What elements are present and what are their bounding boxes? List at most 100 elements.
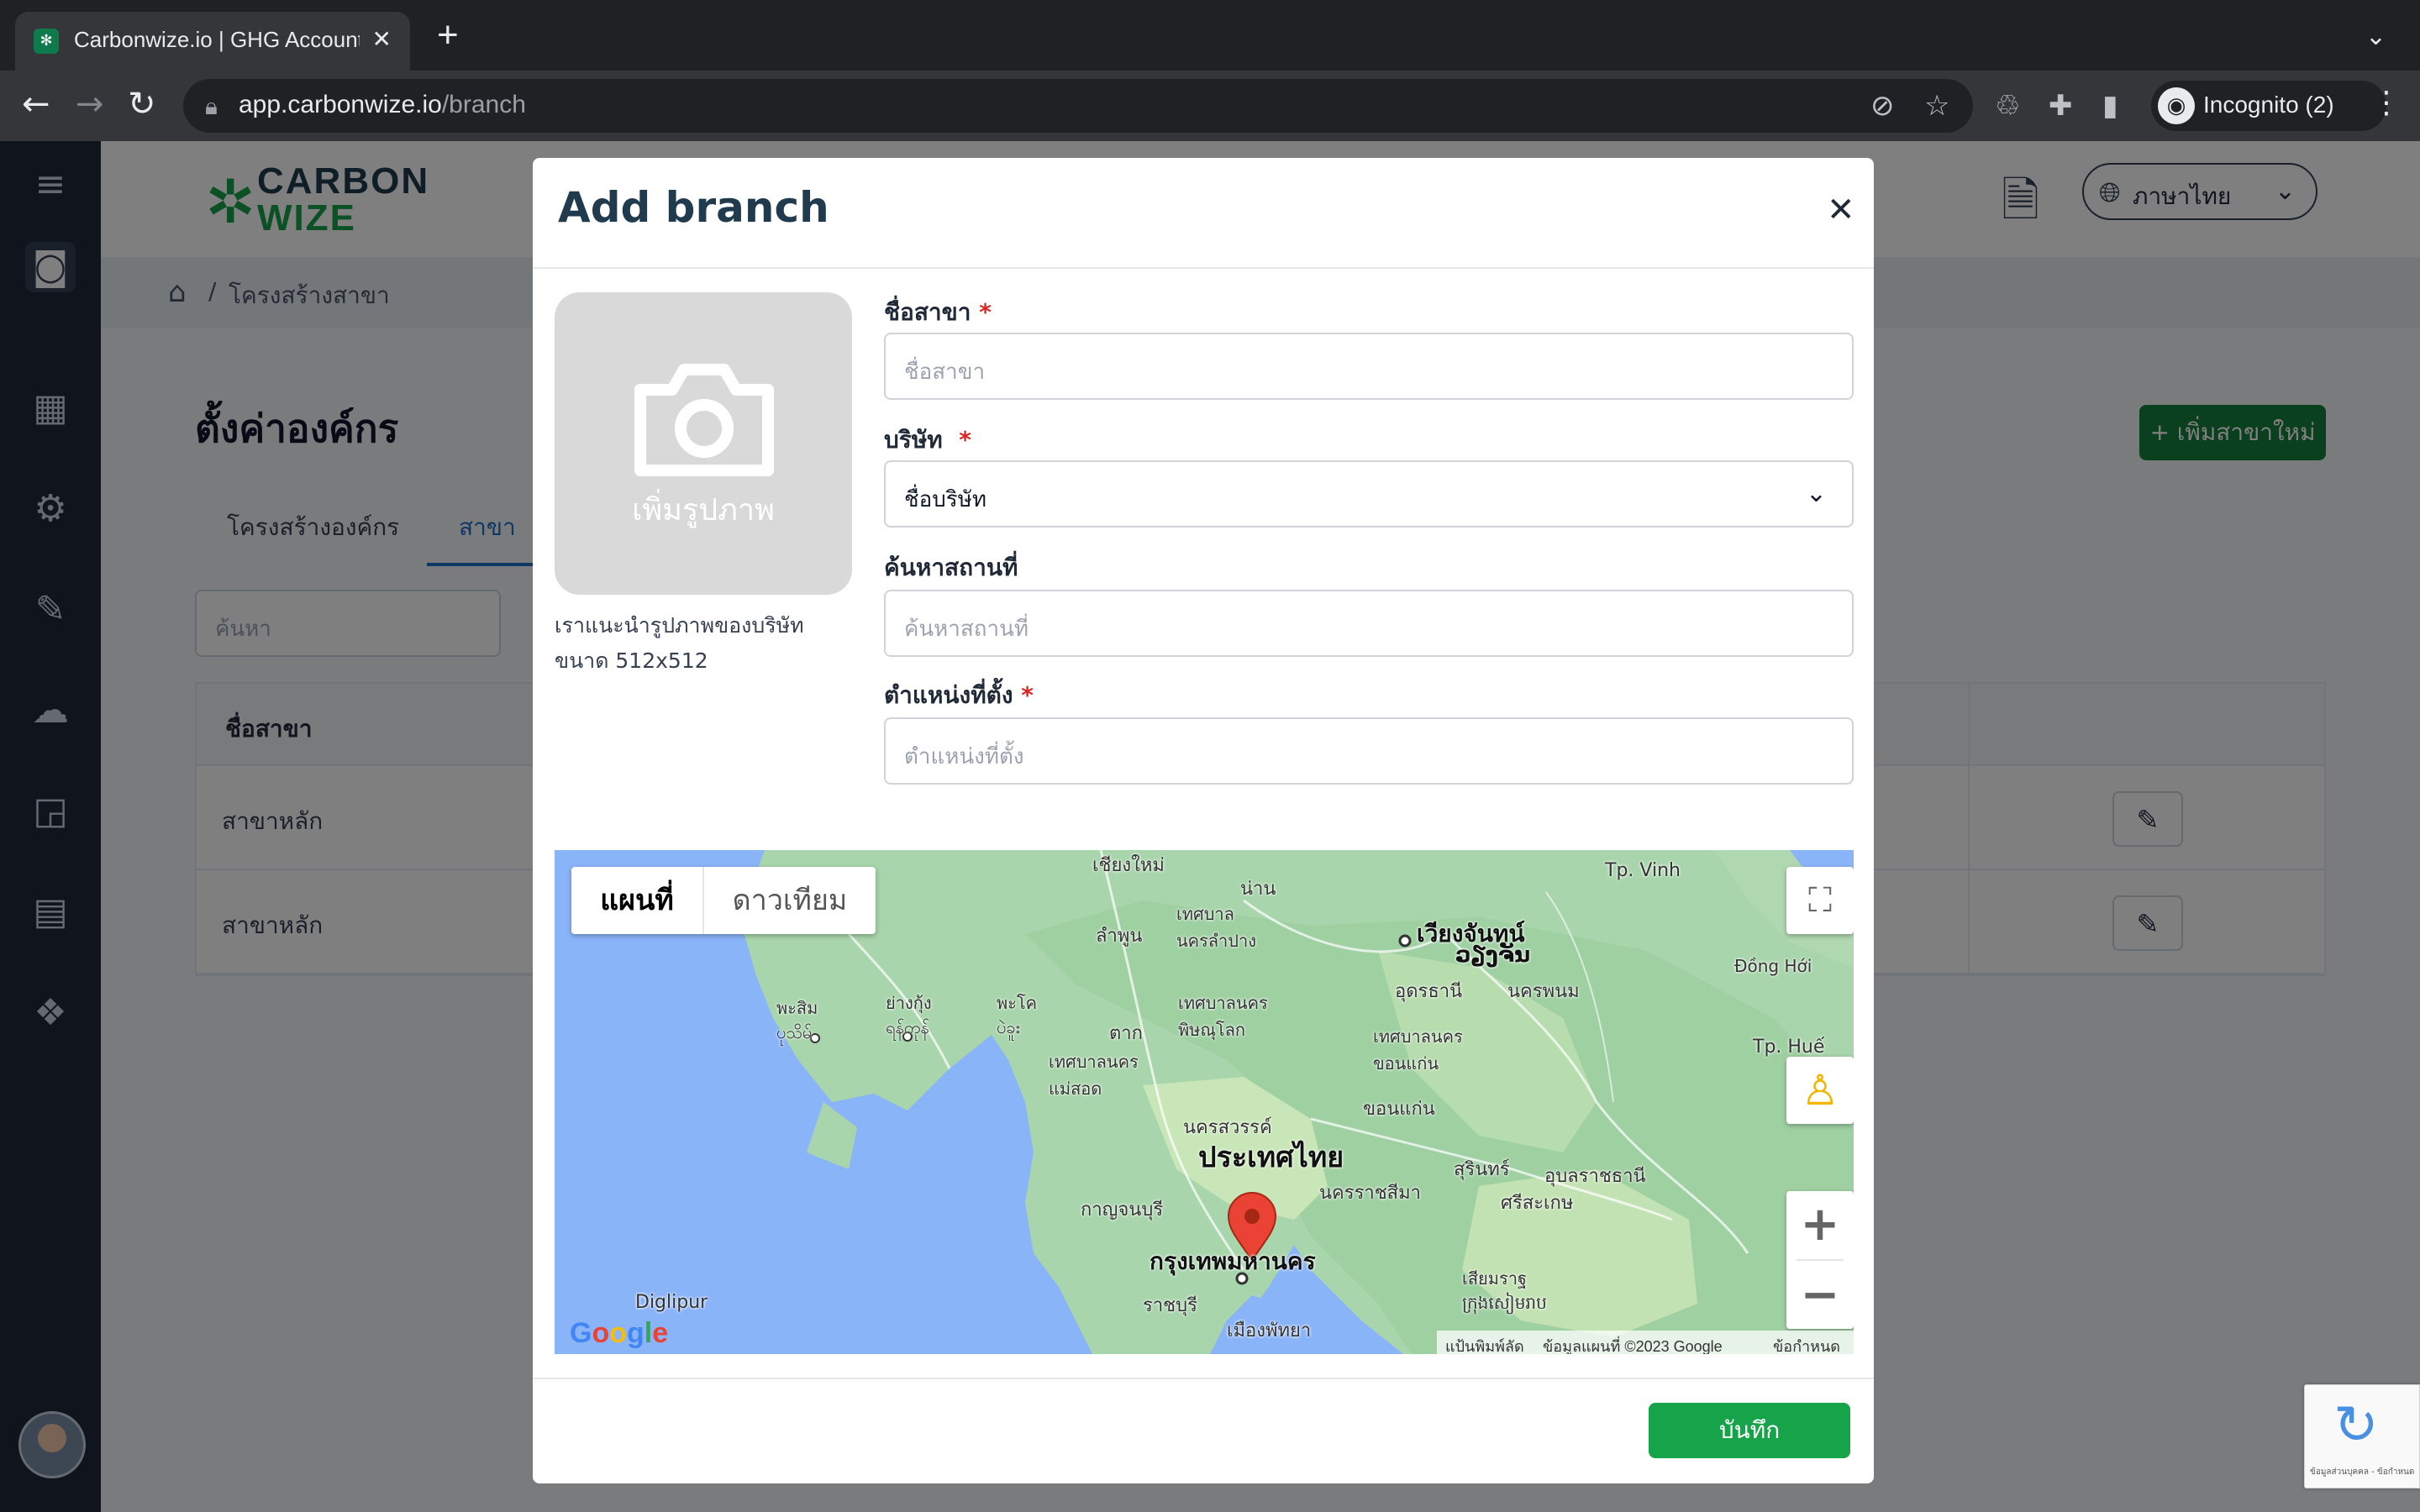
map-label-vinh: Tp. Vinh	[1605, 860, 1681, 881]
tab-search-chevron-icon[interactable]: ⌄	[2365, 22, 2386, 51]
map-type-roadmap-button[interactable]: แผนที่	[571, 867, 702, 934]
map-label-pattaya: เมืองพัทยา	[1227, 1320, 1312, 1341]
place-search-input[interactable]: ค้นหาสถานที่	[884, 590, 1854, 657]
map-label-korat: นครราชสีมา	[1319, 1183, 1421, 1204]
modal-title: Add branch	[558, 183, 829, 232]
place-search-placeholder: ค้นหาสถานที่	[904, 617, 1029, 642]
keyboard-shortcuts-link[interactable]: แป้นพิมพ์ลัด	[1445, 1334, 1524, 1354]
star-icon[interactable]: ☆	[1924, 89, 1949, 123]
map-label-mae-sot: เทศบาลนคร แม่สอด	[1049, 1052, 1139, 1099]
zoom-control: + −	[1786, 1191, 1854, 1329]
map-label-tak: ตาก	[1109, 1023, 1143, 1044]
map-label-sisaket: ศรีสะเกษ	[1501, 1193, 1574, 1214]
lock-icon[interactable]: 🔒︎	[205, 92, 218, 121]
map-label-surin: สุรินทร์	[1454, 1159, 1510, 1180]
carbonwize-favicon-icon: ✻	[34, 29, 59, 54]
modal-header: Add branch ✕	[533, 158, 1874, 269]
location-label: ตำแหน่งที่ตั้ง *	[884, 677, 1034, 714]
zoom-divider	[1797, 1259, 1844, 1261]
image-upload-label: เพิ่มรูปภาพ	[632, 493, 775, 528]
map-label-pathein: พะสิม ပုသိမ်	[776, 998, 818, 1042]
forward-icon[interactable]: →	[76, 86, 104, 123]
zoom-in-icon[interactable]: +	[1786, 1191, 1854, 1258]
sidepanel-icon[interactable]: ▮	[2102, 89, 2118, 123]
location-input[interactable]: ตำแหน่งที่ตั้ง	[884, 717, 1854, 785]
new-tab-button[interactable]: +	[437, 17, 459, 54]
map-label-ratchaburi: ราชบุรี	[1143, 1295, 1197, 1316]
save-button[interactable]: บันทึก	[1649, 1403, 1850, 1458]
reload-icon[interactable]: ↻	[128, 86, 156, 123]
map-label-chiang-mai: เชียงใหม่	[1092, 855, 1165, 876]
map-label-dong-hoi: Đồng Hới	[1734, 956, 1812, 976]
map-label-phitsanulok: เทศบาลนคร พิษณุโลก	[1178, 993, 1268, 1040]
pegman-icon[interactable]: ♙	[1786, 1057, 1854, 1124]
chevron-down-icon: ⌄	[1805, 479, 1827, 508]
terms-link[interactable]: ข้อกำหนด	[1773, 1334, 1840, 1354]
company-select[interactable]: ชื่อบริษัท ⌄	[884, 460, 1854, 528]
back-icon[interactable]: ←	[22, 86, 50, 123]
required-mark: *	[1021, 681, 1034, 709]
map-label-khon-kaen-municipal: เทศบาลนคร ขอนแก่น	[1373, 1026, 1463, 1074]
tab-title: Carbonwize.io | GHG Accounting	[74, 27, 360, 52]
zoom-out-icon[interactable]: −	[1786, 1262, 1854, 1329]
map-attribution: แป้นพิมพ์ลัด ข้อมูลแผนที่ ©2023 Google ข…	[1437, 1331, 1854, 1354]
map-label-vientiane-lao: ວຽງຈັນ	[1455, 942, 1531, 968]
map-label-diglipur: Diglipur	[635, 1292, 708, 1313]
camera-icon	[634, 364, 774, 476]
browser-toolbar: ← → ↻ 🔒︎ app.carbonwize.io/branch ⊘ ☆ ♲ …	[0, 71, 2420, 141]
recaptcha-text: ข้อมูลส่วนบุคคล - ข้อกำหนด	[2310, 1467, 2415, 1477]
branch-name-input[interactable]: ชื่อสาขา	[884, 333, 1854, 400]
recycle-icon[interactable]: ♲	[1995, 89, 2020, 123]
map-label-bago: พะโค ပဲခူး	[997, 993, 1038, 1037]
map-label-lampang: เทศบาล นครลำปาง	[1176, 904, 1256, 951]
fullscreen-icon[interactable]: ⛶	[1786, 867, 1854, 934]
map-widget[interactable]: เชียงใหม่ น่าน ลำพูน เทศบาล นครลำปาง เวี…	[555, 850, 1854, 1354]
image-upload[interactable]: เพิ่มรูปภาพ	[555, 292, 852, 595]
url-host: app.carbonwize.io	[239, 91, 442, 118]
close-icon[interactable]: ✕	[1827, 193, 1855, 227]
company-label: บริษัท *	[884, 422, 971, 459]
map-label-lamphun: ลำพูน	[1096, 926, 1143, 947]
map-label-nakhon-phanom: นครพนม	[1507, 981, 1580, 1002]
tab-close-icon[interactable]: ✕	[372, 25, 392, 53]
map-label-hue: Tp. Huế	[1753, 1037, 1825, 1058]
eye-off-icon[interactable]: ⊘	[1870, 89, 1895, 123]
menu-icon[interactable]: ⋮	[2371, 86, 2402, 120]
map-label-thailand: ประเทศไทย	[1198, 1141, 1344, 1174]
map-data-credit: ข้อมูลแผนที่ ©2023 Google	[1543, 1338, 1723, 1354]
map-label-yangon: ย่างกุ้ง ရန်ကုန်	[886, 993, 932, 1037]
company-label-text: บริษัท	[884, 426, 943, 454]
google-logo: Google	[570, 1317, 669, 1349]
url-path: /branch	[441, 91, 526, 118]
add-branch-modal: Add branch ✕ เพิ่มรูปภาพ เราแนะนำรูปภาพข…	[533, 158, 1874, 1483]
branch-name-placeholder: ชื่อสาขา	[904, 360, 986, 385]
puzzle-icon[interactable]: ✚	[2049, 89, 2073, 123]
image-hint-line-2: ขนาด 512x512	[555, 648, 708, 673]
url-text: app.carbonwize.io/branch	[239, 91, 526, 119]
address-bar[interactable]: 🔒︎ app.carbonwize.io/branch ⊘ ☆	[183, 79, 1973, 133]
browser-tab[interactable]: ✻ Carbonwize.io | GHG Accounting ✕	[15, 12, 410, 71]
incognito-icon: ◉	[2158, 87, 2195, 124]
company-selected-value: ชื่อบริษัท	[904, 487, 987, 512]
map-type-control: แผนที่ ดาวเทียม	[571, 867, 876, 934]
map-label-kanchanaburi: กาญจนบุรี	[1081, 1200, 1164, 1221]
map-label-siem-reap: เสียมราฐ ក្រុងសៀមរាប	[1462, 1268, 1547, 1313]
image-hint-line-1: เราแนะนำรูปภาพของบริษัท	[555, 613, 804, 638]
recaptcha-badge[interactable]: ↻ ข้อมูลส่วนบุคคล - ข้อกำหนด	[2304, 1384, 2420, 1488]
map-label-bangkok: กรุงเทพมหานคร	[1150, 1247, 1316, 1275]
required-mark: *	[979, 298, 992, 326]
incognito-profile-button[interactable]: ◉ Incognito (2)	[2151, 81, 2386, 131]
location-label-text: ตำแหน่งที่ตั้ง	[884, 681, 1013, 709]
modal-footer-divider	[533, 1378, 1874, 1379]
map-label-khon-kaen: ขอนแก่น	[1363, 1099, 1435, 1120]
browser-tab-bar: ✻ Carbonwize.io | GHG Accounting ✕ + ⌄	[0, 0, 2420, 71]
location-placeholder: ตำแหน่งที่ตั้ง	[904, 744, 1024, 769]
image-hint: เราแนะนำรูปภาพของบริษัท ขนาด 512x512	[555, 608, 857, 679]
map-label-nan: น่าน	[1240, 879, 1276, 900]
required-mark: *	[959, 426, 971, 454]
incognito-label: Incognito (2)	[2203, 92, 2334, 118]
branch-name-label-text: ชื่อสาขา	[884, 298, 971, 326]
map-type-satellite-button[interactable]: ดาวเทียม	[704, 867, 876, 934]
place-search-label: ค้นหาสถานที่	[884, 554, 1018, 581]
map-label-ubon: อุบลราชธานี	[1544, 1166, 1646, 1187]
